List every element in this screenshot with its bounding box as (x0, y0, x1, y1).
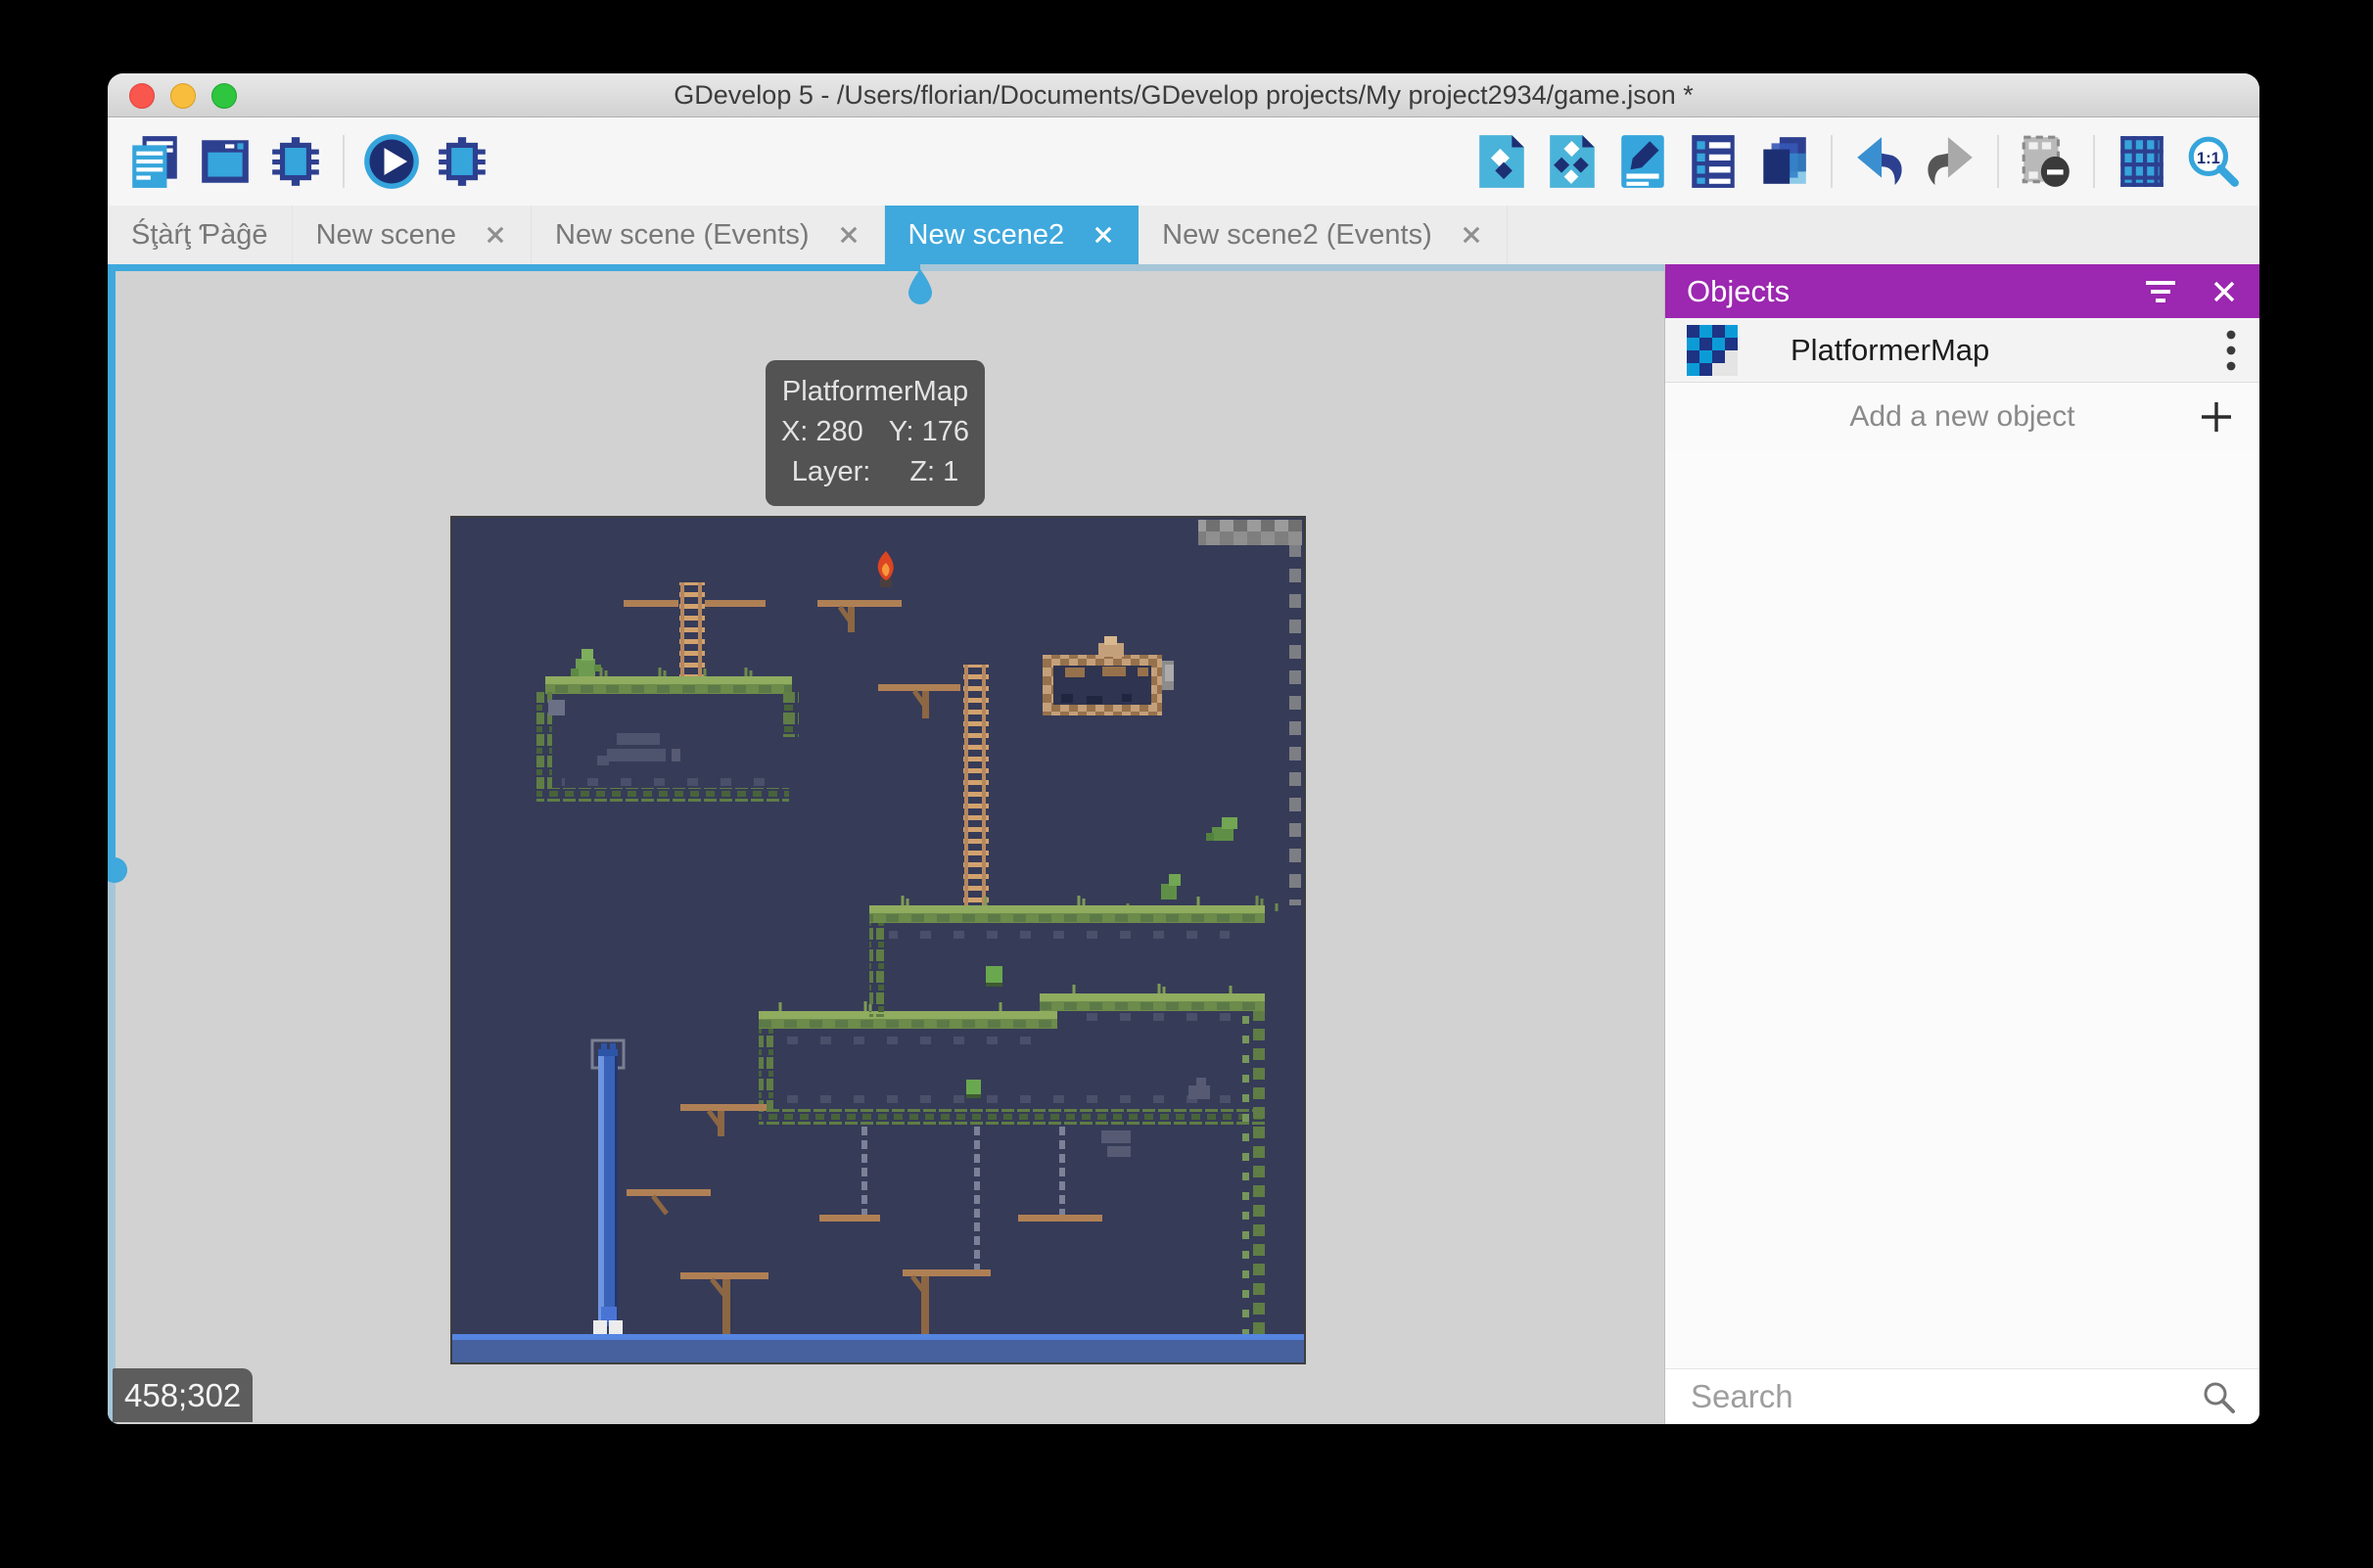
title-bar: GDevelop 5 - /Users/florian/Documents/GD… (108, 73, 2259, 117)
zoom-actual-button[interactable]: 1:1 (2181, 129, 2244, 194)
render-mask-button[interactable] (2015, 129, 2077, 194)
tab-label: New scene (Events) (555, 219, 810, 252)
edit-properties-icon (1616, 133, 1669, 190)
scene-window-icon (197, 133, 254, 190)
tab-new-scene2-events[interactable]: New scene2 (Events) (1139, 206, 1508, 264)
scene-editor-button[interactable] (194, 129, 256, 194)
toolbar-divider (2093, 135, 2095, 188)
toolbar-right-group: 1:1 (1470, 129, 2244, 194)
app-window: GDevelop 5 - /Users/florian/Documents/GD… (108, 73, 2259, 1424)
debug-preview-button[interactable] (431, 129, 493, 194)
scene-canvas[interactable]: PlatformerMap X: 280 Y: 176 Layer: Z: 1 … (108, 264, 1664, 1424)
project-manager-button[interactable] (123, 129, 186, 194)
stacked-pages-icon (1755, 133, 1812, 190)
toolbar-divider (1997, 135, 1999, 188)
window-title: GDevelop 5 - /Users/florian/Documents/GD… (674, 80, 1693, 111)
close-icon[interactable] (1092, 223, 1115, 247)
tab-start-page[interactable]: Śţàŕţ Ƥàĝē (108, 206, 293, 264)
objects-panel-empty-area (1665, 451, 2259, 1368)
close-icon[interactable] (837, 223, 861, 247)
toolbar-divider (1831, 135, 1833, 188)
tab-new-scene-events[interactable]: New scene (Events) (532, 206, 885, 264)
tab-new-scene[interactable]: New scene (293, 206, 532, 264)
object-document-icon (1474, 133, 1529, 190)
main-toolbar: 1:1 (108, 117, 2259, 206)
toolbar-left-group (123, 129, 493, 194)
layers-button[interactable] (1682, 129, 1745, 194)
close-icon[interactable] (1460, 223, 1483, 247)
objects-panel-header: Objects (1665, 264, 2259, 318)
bug-debug-icon (434, 133, 490, 190)
redo-icon (1922, 133, 1978, 190)
objects-panel-title: Objects (1687, 274, 1790, 309)
objects-group-icon (1545, 133, 1600, 190)
instance-tooltip: PlatformerMap X: 280 Y: 176 Layer: Z: 1 (766, 360, 985, 506)
undo-icon (1851, 133, 1908, 190)
close-window-button[interactable] (129, 83, 155, 109)
tab-label: Śţàŕţ Ƥàĝē (131, 219, 268, 252)
add-object-row[interactable]: Add a new object (1665, 383, 2259, 451)
close-icon[interactable] (484, 223, 507, 247)
filter-icon (2144, 279, 2177, 304)
redo-button[interactable] (1919, 129, 1981, 194)
object-search-row (1665, 1368, 2259, 1424)
selection-left-edge-extension (108, 871, 116, 1424)
minimize-window-button[interactable] (170, 83, 196, 109)
tooltip-position-row: X: 280 Y: 176 (766, 412, 985, 452)
debug-button[interactable] (264, 129, 327, 194)
selection-top-handle[interactable] (907, 269, 934, 306)
selection-left-handle[interactable] (108, 857, 127, 883)
film-mask-icon (2018, 133, 2074, 190)
traffic-lights (129, 83, 237, 109)
close-icon (2210, 278, 2238, 305)
bug-debug-icon (267, 133, 324, 190)
object-list-item[interactable]: PlatformerMap (1665, 318, 2259, 383)
platformer-map-instance[interactable] (450, 516, 1306, 1364)
close-panel-button[interactable] (2210, 278, 2238, 305)
tab-bar: Śţàŕţ Ƥàĝē New scene New scene (Events) … (108, 206, 2259, 264)
tab-label: New scene2 (Events) (1162, 219, 1432, 252)
layers-list-icon (1687, 133, 1740, 190)
properties-button[interactable] (1611, 129, 1674, 194)
object-name: PlatformerMap (1791, 333, 2224, 368)
tab-label: New scene (316, 219, 456, 252)
search-icon[interactable] (2201, 1379, 2236, 1414)
instances-button[interactable] (1752, 129, 1815, 194)
tooltip-x: X: 280 (781, 412, 863, 452)
toolbar-divider (343, 135, 345, 188)
tab-label: New scene2 (908, 219, 1065, 252)
selection-top-edge-extension (920, 264, 1664, 271)
kebab-menu-icon[interactable] (2224, 328, 2238, 373)
preview-play-button[interactable] (360, 129, 423, 194)
tooltip-layer-row: Layer: Z: 1 (766, 452, 985, 492)
object-search-input[interactable] (1689, 1377, 2201, 1416)
add-object-label: Add a new object (1665, 400, 2259, 434)
zoom-one-to-one-icon: 1:1 (2184, 133, 2241, 190)
platformer-map-graphic (452, 518, 1304, 1362)
maximize-window-button[interactable] (211, 83, 237, 109)
plus-icon[interactable] (2199, 399, 2234, 435)
tooltip-object-name: PlatformerMap (766, 372, 985, 412)
workspace: PlatformerMap X: 280 Y: 176 Layer: Z: 1 … (108, 264, 2259, 1424)
selection-left-edge (108, 264, 116, 871)
cursor-coordinates-badge: 458;302 (113, 1368, 253, 1422)
selection-top-edge (108, 264, 920, 271)
svg-text:1:1: 1:1 (2197, 149, 2220, 167)
objects-panel: Objects (1664, 264, 2259, 1424)
object-thumbnail (1687, 325, 1738, 376)
project-manager-icon (126, 133, 183, 190)
grid-button[interactable] (2111, 129, 2173, 194)
grid-icon (2116, 133, 2168, 190)
objects-list-button[interactable] (1541, 129, 1604, 194)
tooltip-y: Y: 176 (889, 412, 969, 452)
add-object-button[interactable] (1470, 129, 1533, 194)
undo-button[interactable] (1848, 129, 1911, 194)
filter-button[interactable] (2144, 279, 2177, 304)
tooltip-z: Z: 1 (909, 452, 958, 492)
play-icon (362, 132, 421, 191)
tab-new-scene2[interactable]: New scene2 (885, 206, 1140, 264)
tooltip-layer: Layer: (792, 452, 871, 492)
